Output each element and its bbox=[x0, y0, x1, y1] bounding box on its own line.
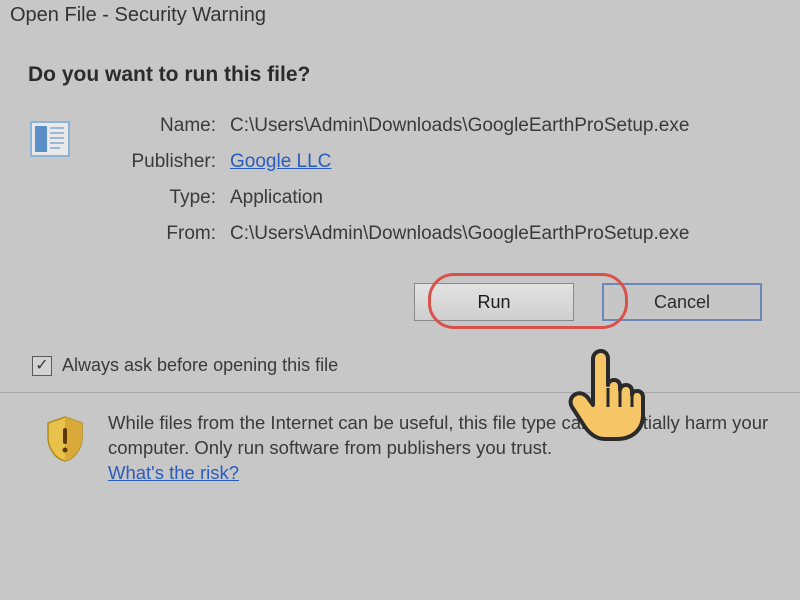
application-icon bbox=[28, 117, 72, 161]
confirmation-question: Do you want to run this file? bbox=[28, 63, 772, 87]
name-label: Name: bbox=[96, 115, 216, 137]
type-value: Application bbox=[230, 187, 772, 209]
window-title: Open File - Security Warning bbox=[0, 0, 800, 35]
whats-the-risk-link[interactable]: What's the risk? bbox=[108, 462, 239, 483]
from-label: From: bbox=[96, 223, 216, 245]
cancel-button[interactable]: Cancel bbox=[602, 283, 762, 321]
always-ask-label: Always ask before opening this file bbox=[62, 355, 338, 376]
type-label: Type: bbox=[96, 187, 216, 209]
warning-text: While files from the Internet can be use… bbox=[108, 412, 768, 458]
publisher-link[interactable]: Google LLC bbox=[230, 151, 331, 172]
from-value: C:\Users\Admin\Downloads\GoogleEarthProS… bbox=[230, 223, 772, 245]
warning-shield-icon bbox=[44, 415, 86, 463]
run-button[interactable]: Run bbox=[414, 283, 574, 321]
publisher-label: Publisher: bbox=[96, 151, 216, 173]
always-ask-checkbox[interactable]: ✓ bbox=[32, 356, 52, 376]
name-value: C:\Users\Admin\Downloads\GoogleEarthProS… bbox=[230, 115, 772, 137]
